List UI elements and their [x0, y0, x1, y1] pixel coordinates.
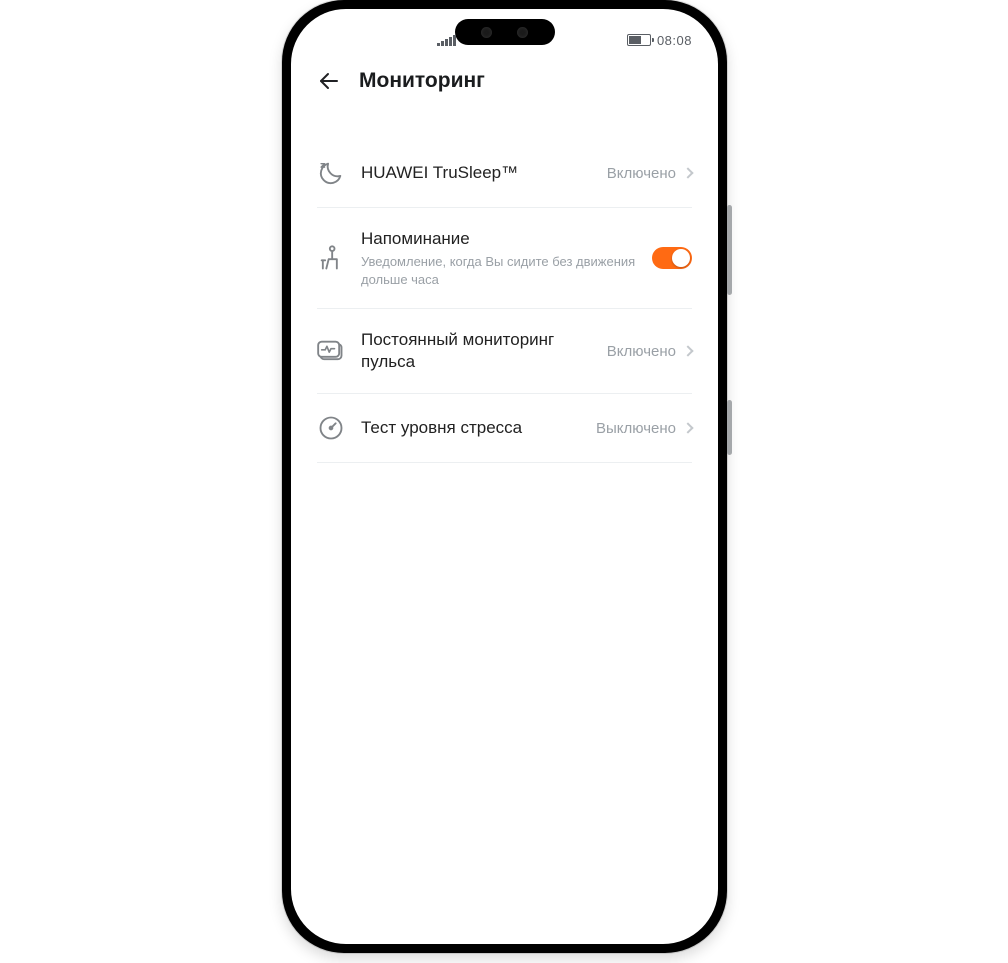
row-value: Включено [607, 343, 676, 360]
reminder-toggle[interactable] [652, 247, 692, 269]
settings-list: HUAWEI TruSleep™ Включено [291, 139, 718, 463]
row-subtitle: Уведомление, когда Вы сидите без движени… [361, 253, 636, 288]
row-stress[interactable]: Тест уровня стресса Выключено [317, 394, 692, 463]
chevron-right-icon [682, 167, 693, 178]
heart-rate-icon [317, 337, 345, 365]
sitting-person-icon [317, 244, 345, 272]
status-time: 08:08 [657, 33, 692, 48]
status-bar: 08:08 [291, 9, 718, 55]
row-value: Включено [607, 165, 676, 182]
screen: 08:08 Мониторинг [291, 9, 718, 944]
signal-icon [437, 34, 456, 46]
chevron-right-icon [682, 423, 693, 434]
row-title: Тест уровня стресса [361, 417, 580, 439]
page-title: Мониторинг [359, 69, 485, 93]
phone-frame: 08:08 Мониторинг [282, 0, 727, 953]
power-button [727, 400, 732, 455]
row-trusleep[interactable]: HUAWEI TruSleep™ Включено [317, 139, 692, 208]
moon-sleep-icon [317, 159, 345, 187]
gauge-icon [317, 414, 345, 442]
row-title: HUAWEI TruSleep™ [361, 162, 591, 184]
row-value: Выключено [596, 420, 676, 437]
page-header: Мониторинг [291, 69, 718, 93]
volume-button [727, 205, 732, 295]
row-reminder: Напоминание Уведомление, когда Вы сидите… [317, 208, 692, 309]
battery-icon [627, 34, 651, 46]
row-heartrate[interactable]: Постоянный мониторинг пульса Включено [317, 309, 692, 394]
back-icon[interactable] [317, 69, 341, 93]
row-title: Постоянный мониторинг пульса [361, 329, 591, 373]
row-title: Напоминание [361, 228, 636, 250]
chevron-right-icon [682, 346, 693, 357]
